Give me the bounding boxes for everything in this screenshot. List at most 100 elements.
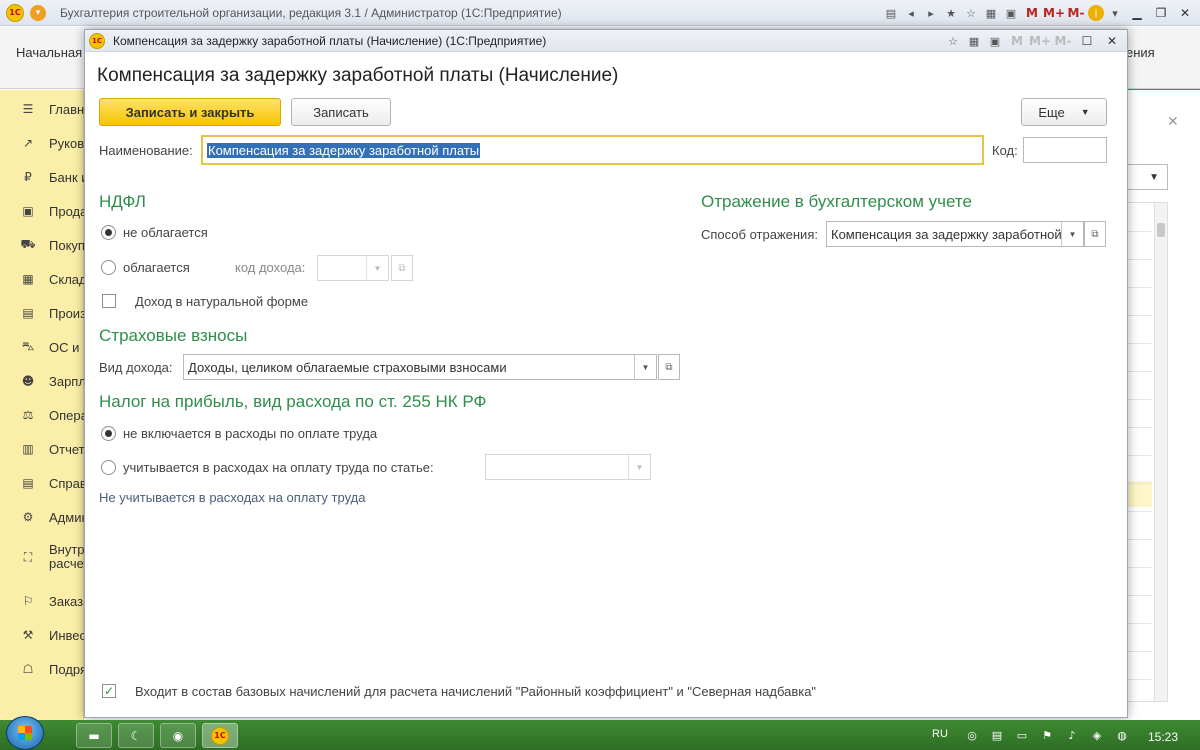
sidebar-item[interactable]: ▣ Продажи: [0, 200, 84, 222]
memory-m-minus-button[interactable]: M-: [1066, 4, 1086, 22]
history-icon[interactable]: ▤: [882, 4, 900, 22]
sidebar-item[interactable]: ⚖ Операции: [0, 404, 84, 426]
name-input[interactable]: Компенсация за задержку заработной платы: [201, 135, 984, 165]
sidebar-item[interactable]: ▥ Отчеты: [0, 438, 84, 460]
list-row-divider: [1128, 399, 1152, 400]
sidebar-item[interactable]: ₽ Банк и касса: [0, 166, 84, 188]
sidebar: ☰ Главное ↗ Руководителю ₽ Банк и касса ▣ Прода…: [0, 90, 84, 720]
chevron-down-icon[interactable]: ▼: [1061, 222, 1083, 246]
income-code-label: код дохода:: [235, 260, 306, 275]
list-item-selected[interactable]: [1128, 481, 1152, 507]
base-accruals-checkbox[interactable]: ✓: [102, 684, 116, 698]
minimize-icon[interactable]: ▁: [1126, 4, 1148, 22]
memory-m-button[interactable]: M: [1007, 32, 1027, 50]
contracts-icon: ☖: [22, 662, 34, 676]
scrollbar-thumb[interactable]: [1157, 223, 1165, 237]
volume-tray-icon[interactable]: ♪: [1065, 729, 1079, 743]
ndfl-not-taxed-radio[interactable]: [101, 225, 116, 240]
calendar-icon[interactable]: ▣: [986, 32, 1004, 50]
calendar-icon[interactable]: ▣: [1002, 4, 1020, 22]
sidebar-item-label: Внутр расче: [49, 543, 84, 571]
base-accruals-label[interactable]: Входит в состав базовых начислений для р…: [135, 684, 816, 699]
tab-background-right[interactable]: ения: [1126, 45, 1155, 60]
window-toolbar: ☆ ▦ ▣ M M+ M- ☐ ✕: [944, 32, 1123, 50]
ndfl-not-taxed-label[interactable]: не облагается: [123, 225, 208, 240]
sidebar-item[interactable]: ⚒ Инвестиции: [0, 624, 84, 646]
sidebar-item[interactable]: ⛍ ОС и НМА: [0, 336, 84, 358]
sidebar-item[interactable]: ▤ Производство: [0, 302, 84, 324]
sidebar-item[interactable]: ▦ Склад: [0, 268, 84, 290]
1c-taskbar-icon[interactable]: 1С: [202, 723, 238, 748]
open-icon[interactable]: ⧉: [391, 255, 413, 281]
network-tray-icon[interactable]: ◎: [965, 729, 979, 743]
internal-icon: ⛶: [23, 549, 33, 564]
star-icon[interactable]: ★: [942, 4, 960, 22]
list-row-divider: [1128, 483, 1152, 484]
code-input[interactable]: [1023, 137, 1107, 163]
chevron-down-icon[interactable]: ▼: [366, 256, 388, 280]
app-logo-icon[interactable]: 1С: [6, 3, 24, 22]
sidebar-item[interactable]: ☻ Зарплата и кадры: [0, 370, 84, 392]
language-indicator[interactable]: RU: [932, 728, 948, 740]
forward-icon[interactable]: ▸: [922, 4, 940, 22]
scrollbar[interactable]: [1154, 203, 1167, 701]
calculator-icon[interactable]: ▦: [965, 32, 983, 50]
income-type-select[interactable]: Доходы, целиком облагаемые страховыми вз…: [183, 354, 657, 380]
income-code-select[interactable]: ▼: [317, 255, 389, 281]
tab-home[interactable]: Начальная: [16, 45, 82, 60]
ndfl-taxed-radio[interactable]: [101, 260, 116, 275]
chevron-down-icon[interactable]: ▼: [634, 355, 656, 379]
profit-tax-included-label[interactable]: учитывается в расходах на оплату труда п…: [123, 460, 434, 475]
monitor-tray-icon[interactable]: ▭: [1015, 729, 1029, 743]
profit-tax-not-included-label[interactable]: не включается в расходы по оплате труда: [123, 426, 377, 441]
maximize-icon[interactable]: ☐: [1076, 32, 1098, 50]
updates-tray-icon[interactable]: ◈: [1090, 729, 1104, 743]
in-kind-label[interactable]: Доход в натуральной форме: [135, 294, 308, 309]
app-taskbar-icon[interactable]: ☾: [118, 723, 154, 748]
clock[interactable]: 15:23: [1148, 730, 1178, 744]
memory-m-plus-button[interactable]: M+: [1029, 32, 1051, 50]
close-icon[interactable]: ✕: [1174, 4, 1196, 22]
ndfl-taxed-label[interactable]: облагается: [123, 260, 190, 275]
profit-tax-included-radio[interactable]: [101, 460, 116, 475]
calculator-icon[interactable]: ▦: [982, 4, 1000, 22]
info-icon[interactable]: i: [1088, 5, 1104, 21]
accounting-method-select[interactable]: Компенсация за задержку заработной ▼: [826, 221, 1084, 247]
flag-tray-icon[interactable]: ⚑: [1040, 729, 1054, 743]
security-tray-icon[interactable]: ◍: [1115, 729, 1129, 743]
save-and-close-button[interactable]: Записать и закрыть: [99, 98, 281, 126]
expense-article-select[interactable]: ▼: [485, 454, 651, 480]
open-icon[interactable]: ⧉: [1084, 221, 1106, 247]
sidebar-item[interactable]: ⛟ Покупки: [0, 234, 84, 256]
more-button[interactable]: Еще ▼: [1021, 98, 1107, 126]
open-icon[interactable]: ⧉: [658, 354, 680, 380]
close-icon[interactable]: ✕: [1101, 32, 1123, 50]
chevron-down-icon[interactable]: ▾: [1106, 4, 1124, 22]
sidebar-item[interactable]: ↗ Руководителю: [0, 132, 84, 154]
sidebar-item[interactable]: ☰ Главное: [0, 98, 84, 120]
explorer-taskbar-icon[interactable]: ▬: [76, 723, 112, 748]
save-button[interactable]: Записать: [291, 98, 391, 126]
firefox-taskbar-icon[interactable]: ◉: [160, 723, 196, 748]
sidebar-item[interactable]: ☖ Подряды: [0, 658, 84, 680]
sidebar-item[interactable]: ⚙ Администрирование: [0, 506, 84, 528]
profit-tax-not-included-radio[interactable]: [101, 426, 116, 441]
background-dropdown[interactable]: ▼: [1128, 164, 1168, 190]
cart-icon: ⛟: [20, 237, 36, 251]
favorites-icon[interactable]: ☆: [962, 4, 980, 22]
main-menu-icon[interactable]: ▾: [30, 4, 46, 21]
printer-tray-icon[interactable]: ▤: [990, 729, 1004, 743]
sidebar-item[interactable]: ⚐ Заказы: [0, 590, 84, 612]
background-close-icon[interactable]: ✕: [1167, 114, 1179, 130]
back-icon[interactable]: ◂: [902, 4, 920, 22]
in-kind-checkbox[interactable]: [102, 294, 116, 308]
restore-icon[interactable]: ❐: [1150, 4, 1172, 22]
sidebar-item[interactable]: ▤ Справочники: [0, 472, 84, 494]
start-button[interactable]: [6, 716, 44, 750]
chevron-down-icon[interactable]: ▼: [628, 455, 650, 479]
favorites-icon[interactable]: ☆: [944, 32, 962, 50]
memory-m-plus-button[interactable]: M+: [1043, 4, 1065, 22]
sidebar-item[interactable]: ⛶ Внутр расче: [0, 540, 84, 574]
memory-m-minus-button[interactable]: M-: [1053, 32, 1073, 50]
memory-m-button[interactable]: M: [1022, 4, 1042, 22]
